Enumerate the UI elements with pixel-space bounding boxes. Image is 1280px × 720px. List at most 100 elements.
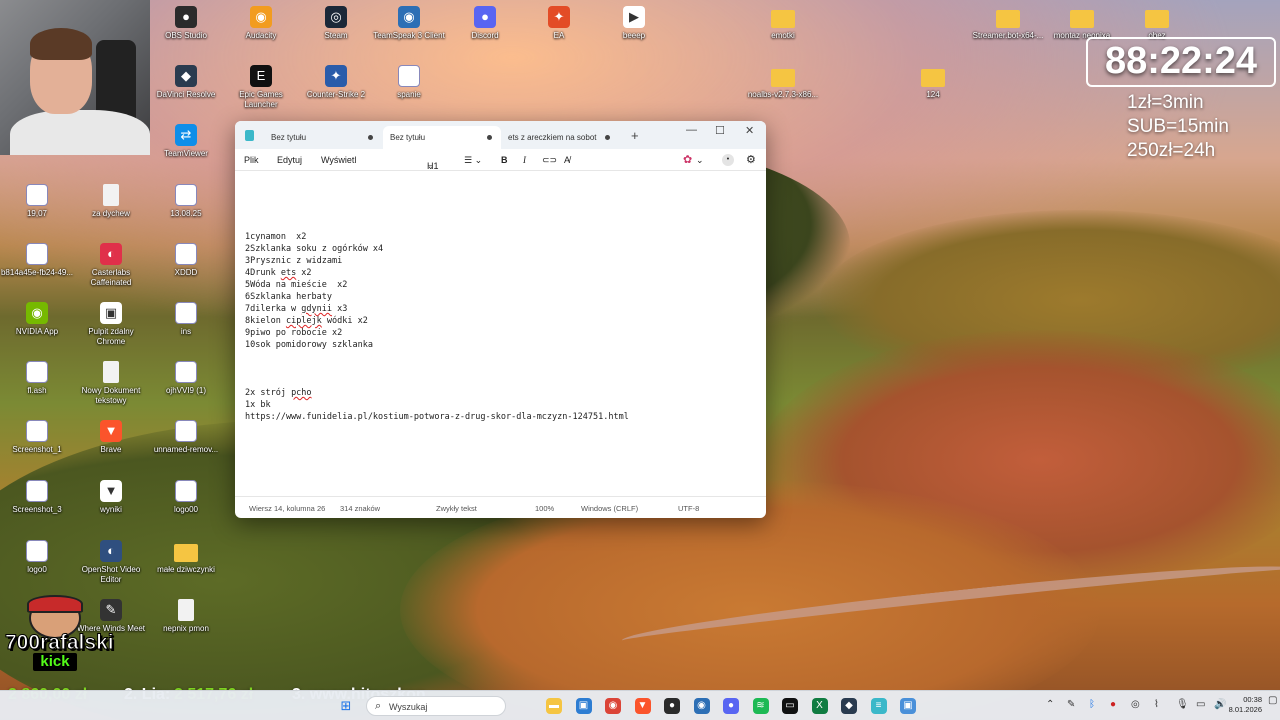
desktop-shortcut[interactable]: ▼ Brave [74,420,148,455]
remote-icon[interactable]: ▣ [900,698,916,714]
desktop-shortcut[interactable]: ◐ OpenShot Video Editor [74,540,148,585]
desktop-shortcut[interactable]: noalbs-v2.7.3-x86... [746,65,820,100]
tab-untitled-2[interactable]: Bez tytułu [383,126,501,149]
unsaved-dot-icon[interactable] [605,135,610,140]
desktop-shortcut[interactable]: XDDD [149,243,223,278]
desktop-shortcut[interactable]: 124 [896,65,970,100]
bluetooth-icon[interactable]: ᛒ [1089,699,1095,710]
desktop-shortcut[interactable]: b814a45e-fb24-49... [0,243,74,278]
desktop-shortcut[interactable]: nepnix pmon [149,599,223,634]
microphone-icon[interactable]: 🎙 [1176,699,1189,710]
desktop-shortcut[interactable]: ins [149,302,223,337]
desktop-shortcut[interactable]: fl.ash [0,361,74,396]
desktop-shortcut[interactable]: ◉ TeamSpeak 3 Client [372,6,446,41]
unsaved-dot-icon[interactable] [487,135,492,140]
steam-tray-icon[interactable]: ◎ [1131,699,1140,710]
desktop-shortcut[interactable]: 13.08.25 [149,184,223,219]
tab-ets[interactable]: ets z areczkiem na sobot [501,126,621,149]
taskbar-search[interactable]: ⌕ Wyszukaj [366,696,506,716]
text-editor[interactable]: 1cynamon x2 2Szklanka soku z ogórków x4 3P… [235,171,766,495]
desktop-shortcut-label: Steam [324,31,348,40]
desktop-shortcut[interactable]: ◐ Casterlabs Caffeinated [74,243,148,288]
notification-icon[interactable]: ▢ [1268,695,1277,706]
desktop-shortcut[interactable]: emotki [746,6,820,41]
tray-app-icon[interactable]: ● [1110,699,1116,710]
volume-icon[interactable]: 🔊 [1214,699,1226,710]
desktop-shortcut[interactable]: ✦ EA [522,6,596,41]
davinci-icon[interactable]: ◆ [841,698,857,714]
desktop-shortcut[interactable]: Nowy Dokument tekstowy [74,361,148,406]
desktop-shortcut[interactable]: ◆ DaVinci Resolve [149,65,223,100]
chevron-up-icon[interactable]: ⌃ [1046,699,1054,710]
tab-untitled-1[interactable]: Bez tytułu [261,126,383,149]
desktop-shortcut[interactable]: ● Discord [448,6,522,41]
desktop-shortcut[interactable]: ▶ beeep [597,6,671,41]
desktop-shortcut[interactable]: spanie [372,65,446,100]
clear-format-icon[interactable]: A̸ [564,155,570,165]
windows-start-icon[interactable]: ⊞ [338,698,354,714]
desktop-shortcut[interactable]: obez [1120,6,1194,41]
discord-icon[interactable]: ● [723,698,739,714]
zoom-level[interactable]: 100% [535,504,554,513]
menu-file[interactable]: Plik [244,155,259,165]
desktop-shortcut[interactable]: ⇄ TeamViewer [149,124,223,159]
chrome-icon[interactable]: ◉ [605,698,621,714]
desktop-shortcut[interactable]: ▼ wyniki [74,480,148,515]
editor-text: 9piwo po robocie x2 [245,328,343,338]
settings-gear-icon[interactable]: ⚙ [746,153,756,166]
account-icon[interactable]: • [722,154,734,166]
close-icon[interactable]: ✕ [745,124,754,137]
chevron-down-icon[interactable]: ⌄ [696,155,704,166]
new-tab-plus-icon[interactable]: + [631,128,639,143]
desktop-shortcut[interactable]: logo0 [0,540,74,575]
desktop-shortcut[interactable]: Streamer.bot-x64-... [971,6,1045,41]
menu-edit[interactable]: Edytuj [277,155,302,165]
desktop-shortcut[interactable]: ◎ Steam [299,6,373,41]
desktop-shortcut[interactable]: E Epic Games Launcher [224,65,298,110]
desktop-shortcut[interactable]: za dychew [74,184,148,219]
desktop-shortcut-label: logo00 [173,505,199,514]
display-icon[interactable]: ▭ [1196,699,1205,710]
tab-label: ets z areczkiem na sobot [508,133,597,142]
encoding[interactable]: UTF-8 [678,504,699,513]
bold-icon[interactable]: B [501,155,508,165]
unsaved-dot-icon[interactable] [368,135,373,140]
folder-icon [1145,10,1169,28]
network-icon[interactable]: ⌇ [1154,699,1159,710]
streamlabs-icon[interactable]: ▭ [782,698,798,714]
desktop-shortcut[interactable]: małe dziwczynki [149,540,223,575]
desktop-shortcut[interactable]: Screenshot_3 [0,480,74,515]
copilot-icon[interactable]: ✿ [683,153,692,166]
file-explorer-icon[interactable]: ▬ [546,698,562,714]
teamspeak-icon[interactable]: ◉ [693,698,710,714]
obs-icon[interactable]: ● [664,698,680,714]
spotify-icon[interactable]: ≋ [752,698,769,714]
menu-view[interactable]: Wyświetl [321,155,356,165]
channel-logo: 700rafalski kick [5,595,114,675]
desktop-shortcut[interactable]: ▣ Pulpit zdalny Chrome [74,302,148,347]
pen-icon[interactable]: ✎ [1067,699,1075,710]
maximize-icon[interactable]: ☐ [715,124,725,137]
desktop-shortcut[interactable]: ◉ Audacity [224,6,298,41]
desktop-shortcut[interactable]: 19,07 [0,184,74,219]
photos-icon[interactable]: ▣ [575,698,592,714]
list-format-icon[interactable]: ☰ ⌄ [464,155,482,166]
brave-icon[interactable]: ▼ [634,698,651,714]
desktop-shortcut[interactable]: ojhVVI9 (1) [149,361,223,396]
notepad-icon[interactable]: ≡ [870,698,887,714]
desktop-shortcut[interactable]: montaz neonixa [1045,6,1119,41]
desktop-shortcut[interactable]: ◉ NVIDIA App [0,302,74,337]
excel-icon[interactable]: X [811,698,828,714]
editor-line: 9piwo po robocie x2 [245,328,342,338]
desktop-shortcut[interactable]: ● OBS Studio [149,6,223,41]
text-format[interactable]: Zwykły tekst [436,504,477,513]
desktop-shortcut[interactable]: logo00 [149,480,223,515]
desktop-shortcut[interactable]: ✦ Counter-Strike 2 [299,65,373,100]
italic-icon[interactable]: I [523,155,526,165]
minimize-icon[interactable]: — [686,124,697,136]
taskbar-clock[interactable]: 00:38 8.01.2026 [1229,695,1262,715]
link-icon[interactable]: ⊂⊃ [542,155,557,166]
desktop-shortcut[interactable]: unnamed-remov... [149,420,223,455]
desktop-shortcut[interactable]: Screenshot_1 [0,420,74,455]
line-endings[interactable]: Windows (CRLF) [581,504,638,513]
